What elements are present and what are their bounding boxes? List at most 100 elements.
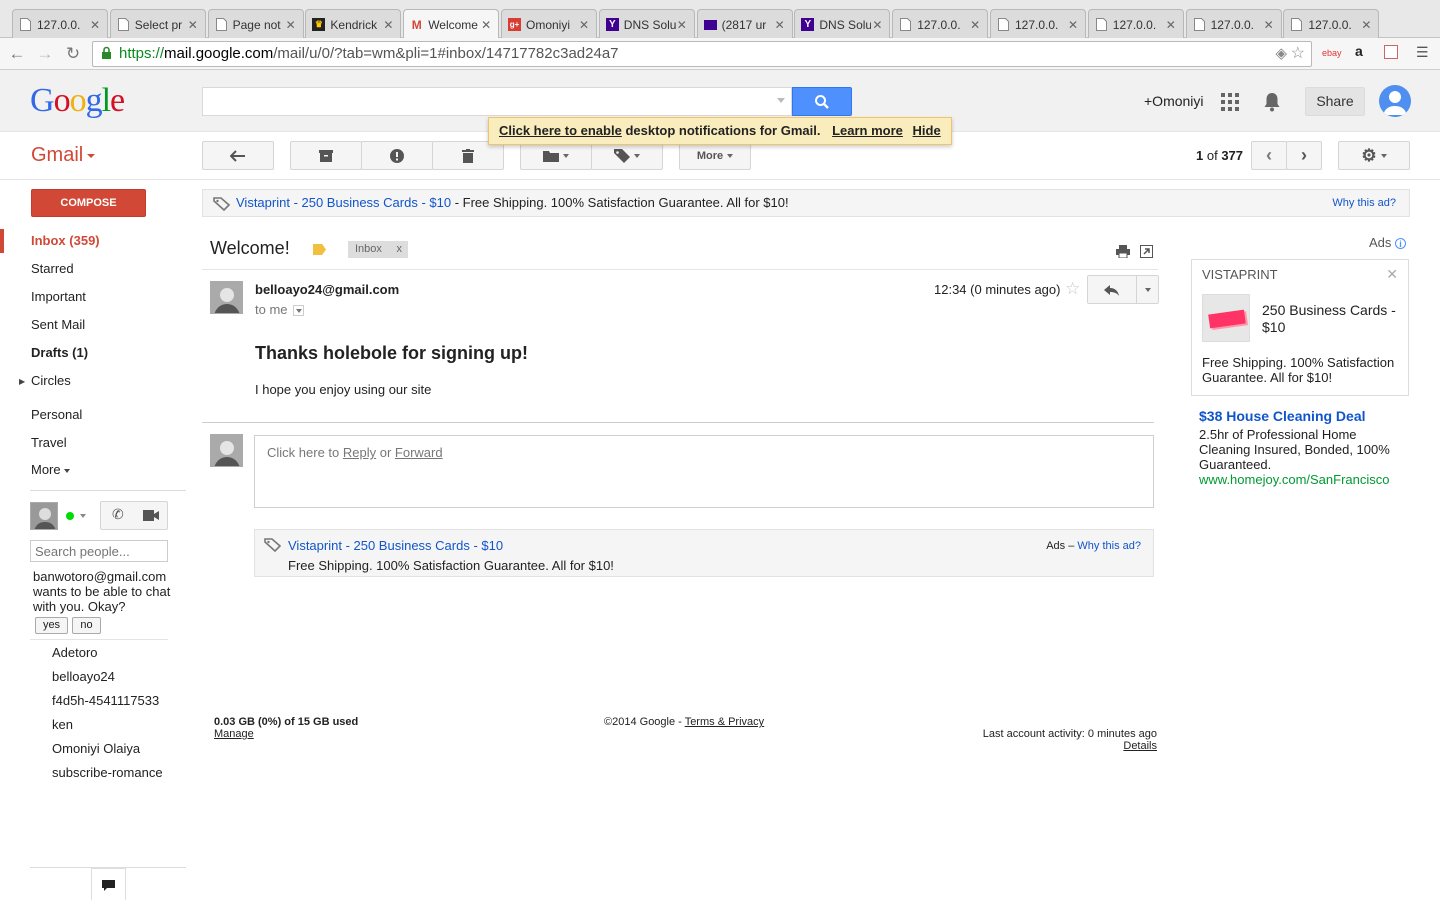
amazon-extension-icon[interactable]: a: [1355, 43, 1363, 59]
nav-starred[interactable]: Starred: [31, 261, 74, 276]
notifications-bell-icon[interactable]: [1262, 91, 1282, 113]
bottom-ad-why-link[interactable]: Why this ad?: [1077, 540, 1141, 552]
manage-storage-link[interactable]: Manage: [214, 728, 254, 740]
show-details-icon[interactable]: [292, 305, 304, 317]
close-tab-icon[interactable]: ✕: [578, 18, 590, 32]
browser-tab[interactable]: Select pr ✕: [109, 9, 206, 39]
video-camera-icon[interactable]: [143, 510, 159, 521]
reload-icon[interactable]: ↻: [62, 43, 84, 65]
learn-more-link[interactable]: Learn more: [832, 123, 903, 138]
sender-avatar[interactable]: [210, 281, 243, 314]
chat-contact[interactable]: subscribe-romance: [52, 765, 163, 780]
user-name-link[interactable]: +Omoniyi: [1144, 93, 1204, 109]
reply-more-chevron-icon[interactable]: [1145, 288, 1151, 292]
close-tab-icon[interactable]: ✕: [1165, 18, 1177, 32]
chrome-menu-icon[interactable]: ☰: [1416, 44, 1429, 61]
chat-accept-button[interactable]: yes: [35, 617, 68, 634]
top-ad-why-link[interactable]: Why this ad?: [1332, 190, 1396, 216]
older-button[interactable]: ›: [1286, 141, 1322, 170]
browser-tab[interactable]: 127.0.0. ✕: [1283, 9, 1380, 39]
chat-self-avatar[interactable]: [30, 502, 58, 530]
top-ad-link[interactable]: Vistaprint - 250 Business Cards - $10: [236, 195, 451, 210]
back-to-inbox-button[interactable]: [202, 141, 274, 170]
close-tab-icon[interactable]: ✕: [774, 18, 786, 32]
page-action-icon[interactable]: ◈: [1275, 42, 1287, 66]
forward-link[interactable]: Forward: [395, 445, 443, 460]
delete-button[interactable]: [432, 141, 504, 170]
terms-link[interactable]: Terms & Privacy: [685, 716, 764, 728]
calendar-extension-icon[interactable]: [1384, 45, 1398, 59]
chat-contact[interactable]: Adetoro: [52, 645, 98, 660]
close-tab-icon[interactable]: ✕: [382, 18, 394, 32]
close-tab-icon[interactable]: ✕: [871, 18, 883, 32]
nav-drafts[interactable]: Drafts (1): [31, 345, 88, 360]
browser-tab[interactable]: 127.0.0. ✕: [892, 9, 989, 39]
activity-details-link[interactable]: Details: [1123, 740, 1157, 752]
nav-more[interactable]: More: [31, 462, 70, 477]
browser-tab[interactable]: Y DNS Solu ✕: [598, 9, 695, 39]
forward-icon[interactable]: →: [34, 43, 56, 65]
search-people-input[interactable]: [30, 540, 168, 562]
google-logo[interactable]: Google: [30, 82, 125, 120]
back-icon[interactable]: ←: [6, 43, 28, 65]
close-tab-icon[interactable]: ✕: [1360, 18, 1372, 32]
chat-contact[interactable]: ken: [52, 717, 73, 732]
browser-tab[interactable]: Page not ✕: [207, 9, 304, 39]
chat-decline-button[interactable]: no: [72, 617, 101, 634]
browser-tab[interactable]: 127.0.0. ✕: [1185, 9, 1282, 39]
vistaprint-ad-card[interactable]: VISTAPRINT ✕ 250 Business Cards - $10 Fr…: [1191, 259, 1409, 396]
search-options-icon[interactable]: [777, 98, 785, 103]
online-status-dot[interactable]: [66, 512, 74, 520]
browser-tab[interactable]: g+ Omoniyi ✕: [501, 9, 597, 39]
close-tab-icon[interactable]: ✕: [1067, 18, 1079, 32]
more-actions-button[interactable]: More: [679, 141, 751, 170]
browser-tab[interactable]: 127.0.0. ✕: [1087, 9, 1184, 39]
print-icon[interactable]: [1116, 245, 1130, 258]
chat-contact[interactable]: f4d5h-4541117533: [52, 693, 159, 708]
house-cleaning-ad-url[interactable]: www.homejoy.com/SanFrancisco: [1199, 472, 1390, 487]
browser-tab[interactable]: ♛ Kendrick ✕: [305, 9, 402, 39]
hide-link[interactable]: Hide: [913, 123, 941, 138]
enable-notifications-link[interactable]: Click here to enable: [499, 123, 622, 138]
browser-tab[interactable]: Y DNS Solu ✕: [794, 9, 891, 39]
chat-contact[interactable]: belloayo24: [52, 669, 115, 684]
reply-box[interactable]: Click here to Reply or Forward: [254, 435, 1154, 508]
close-tab-icon[interactable]: ✕: [285, 18, 297, 32]
settings-button[interactable]: ⚙: [1338, 141, 1410, 170]
nav-travel[interactable]: Travel: [31, 435, 67, 450]
close-tab-icon[interactable]: ✕: [969, 18, 981, 32]
phone-icon[interactable]: ✆: [112, 506, 124, 523]
close-tab-icon[interactable]: ✕: [187, 18, 199, 32]
remove-label-icon[interactable]: x: [397, 241, 403, 258]
bookmark-star-icon[interactable]: ☆: [1291, 42, 1305, 66]
star-icon[interactable]: ☆: [1065, 279, 1080, 299]
address-bar[interactable]: https://mail.google.com/mail/u/0/?tab=wm…: [92, 41, 1312, 67]
chevron-down-icon[interactable]: [80, 514, 86, 518]
info-icon[interactable]: i: [1395, 238, 1407, 249]
bottom-ad-link[interactable]: Vistaprint - 250 Business Cards - $10: [288, 538, 503, 553]
browser-tab[interactable]: (2817 ur ✕: [696, 9, 793, 39]
reply-link[interactable]: Reply: [343, 445, 376, 460]
archive-button[interactable]: [290, 141, 362, 170]
browser-tab[interactable]: 127.0.0. ✕: [990, 9, 1086, 39]
search-button[interactable]: [792, 87, 852, 116]
close-tab-icon[interactable]: ✕: [480, 18, 492, 32]
report-spam-button[interactable]: [361, 141, 433, 170]
ebay-extension-icon[interactable]: ebay: [1322, 48, 1342, 58]
reply-button[interactable]: [1087, 275, 1159, 304]
nav-important[interactable]: Important: [31, 289, 86, 304]
nav-sent-mail[interactable]: Sent Mail: [31, 317, 85, 332]
close-tab-icon[interactable]: ✕: [1263, 18, 1275, 32]
apps-grid-icon[interactable]: [1221, 93, 1239, 111]
close-icon[interactable]: ✕: [1386, 266, 1398, 283]
sender-email[interactable]: belloayo24@gmail.com: [255, 282, 399, 297]
gmail-menu[interactable]: Gmail: [31, 144, 96, 167]
nav-circles[interactable]: Circles: [31, 373, 71, 388]
close-tab-icon[interactable]: ✕: [89, 18, 101, 32]
nav-personal[interactable]: Personal: [31, 407, 82, 422]
house-cleaning-ad-title[interactable]: $38 House Cleaning Deal: [1199, 408, 1366, 424]
close-tab-icon[interactable]: ✕: [676, 18, 688, 32]
newer-button[interactable]: ‹: [1251, 141, 1287, 170]
browser-tab[interactable]: M Welcome ✕: [403, 9, 500, 39]
expand-triangle-icon[interactable]: ▶: [19, 377, 25, 386]
